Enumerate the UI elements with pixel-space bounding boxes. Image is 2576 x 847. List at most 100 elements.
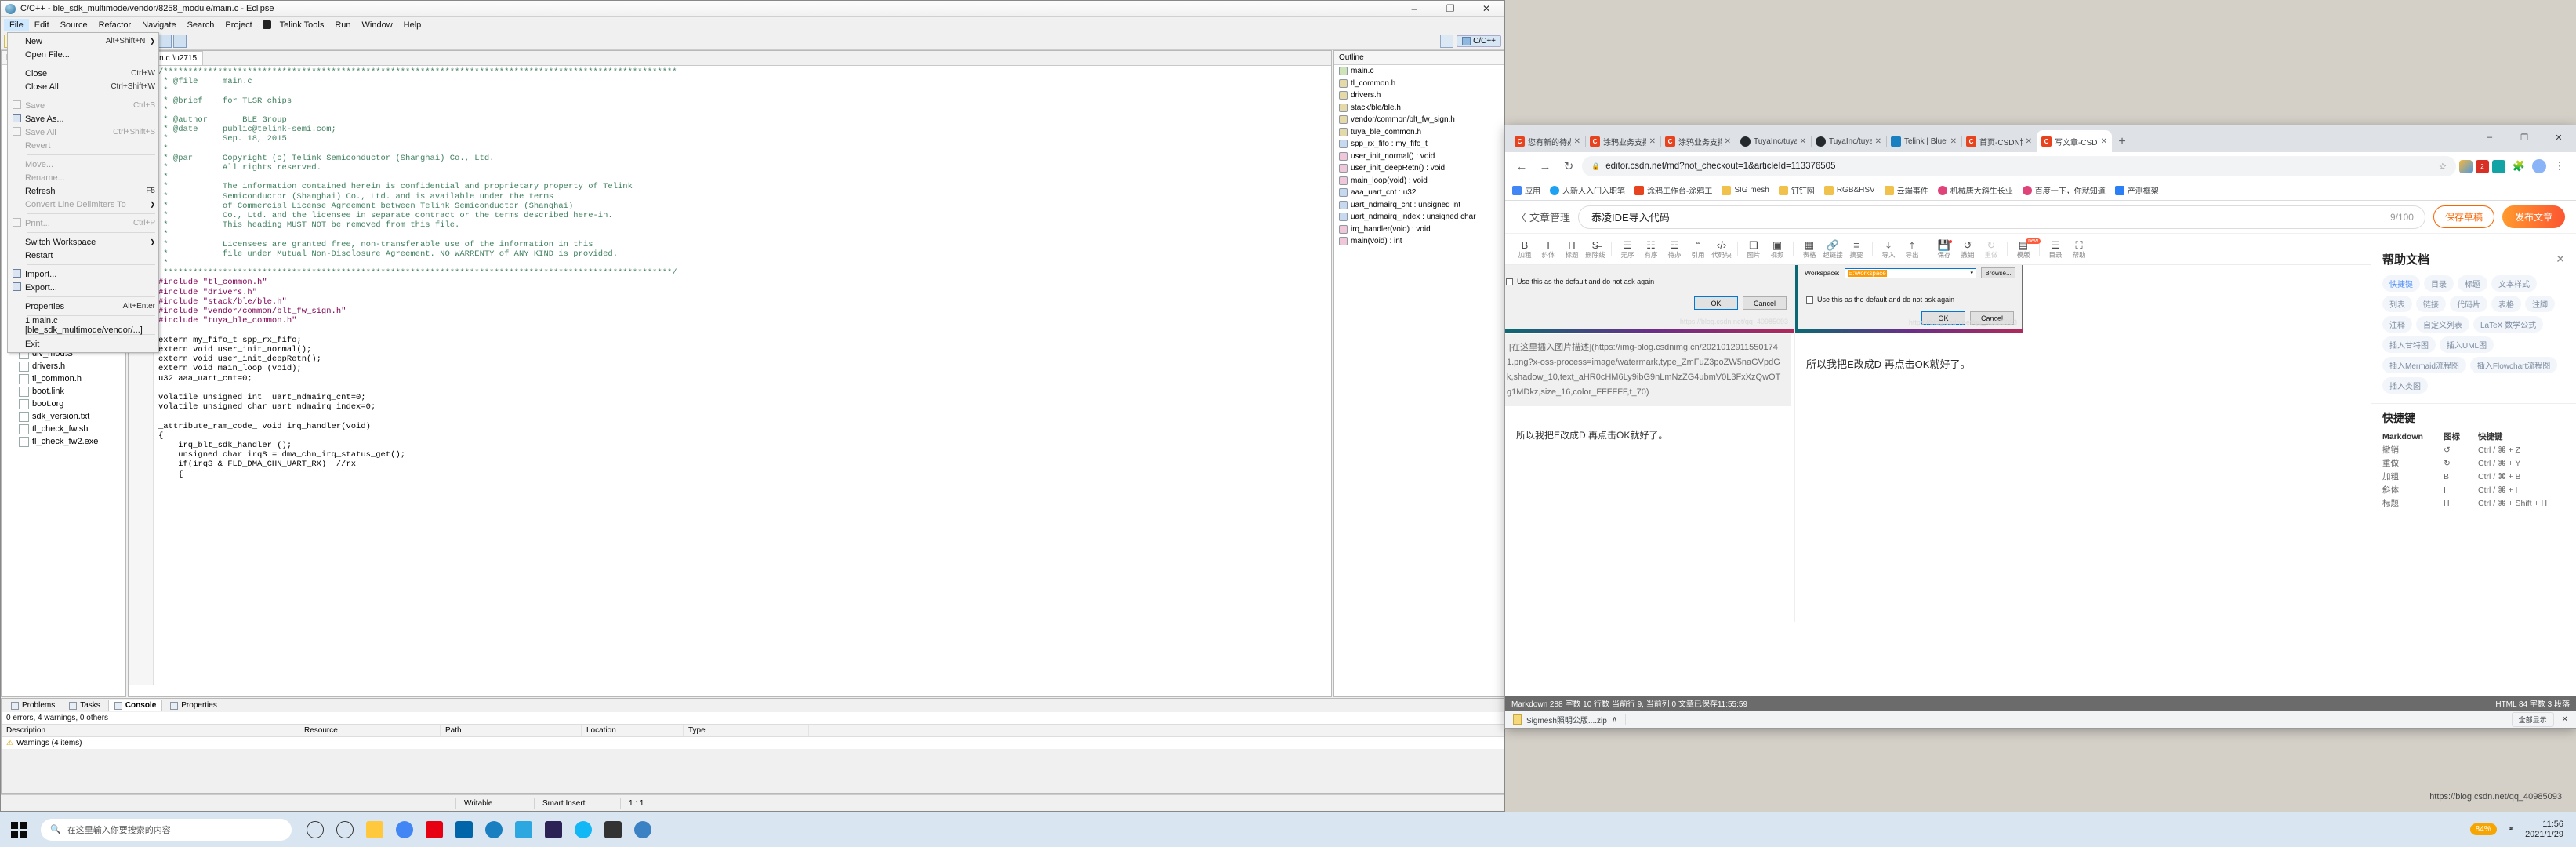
outline-item[interactable]: stack/ble/ble.h <box>1334 102 1504 115</box>
toolbar-link-button[interactable]: 🔗 超链接 <box>1821 239 1845 259</box>
menu-edit[interactable]: Edit <box>29 19 55 31</box>
menu-project[interactable]: Project <box>220 19 257 31</box>
browser-minimize-button[interactable]: – <box>2473 125 2507 149</box>
outline-tab[interactable]: Outline <box>1334 51 1504 65</box>
file-menu-item-close-all[interactable]: Close All Ctrl+Shift+W <box>8 80 158 93</box>
tab-close-icon[interactable]: ✕ <box>1875 137 1881 146</box>
file-menu-dropdown[interactable]: New Alt+Shift+N ❯ Open File... Close Ctrl+W Cl… <box>7 32 159 353</box>
help-chip[interactable]: 插入UML图 <box>2440 336 2494 353</box>
tab-close-icon[interactable]: ✕ <box>1649 137 1656 146</box>
forward-icon[interactable]: → <box>1535 156 1555 176</box>
bookmark-item[interactable]: 百度一下，你就知道 <box>2022 184 2106 196</box>
teal-extension-icon[interactable] <box>2492 159 2505 173</box>
file-menu-item-revert[interactable]: Revert <box>8 139 158 152</box>
save-draft-button[interactable]: 保存草稿 <box>2433 205 2494 228</box>
help-chip[interactable]: 表格 <box>2491 296 2521 312</box>
outline-item[interactable]: uart_ndmairq_cnt : unsigned int <box>1334 199 1504 212</box>
toolbar-code-block-button[interactable]: ‹/› 代码块 <box>1710 239 1733 259</box>
forward-toolbar-icon[interactable] <box>173 34 187 48</box>
address-bar[interactable]: 🔒 editor.csdn.net/md?not_checkout=1&arti… <box>1582 156 2456 176</box>
taskbar-task-view-button[interactable] <box>331 814 359 845</box>
outline-item[interactable]: drivers.h <box>1334 89 1504 102</box>
outline-item[interactable]: vendor/common/blt_fw_sign.h <box>1334 114 1504 126</box>
file-menu-item-import[interactable]: Import... <box>8 267 158 281</box>
reload-icon[interactable]: ↻ <box>1558 156 1579 176</box>
editor-source[interactable]: /***************************************… <box>155 66 1331 479</box>
taskbar-vscode-button[interactable] <box>450 814 478 845</box>
column-header[interactable]: Type <box>684 725 809 736</box>
browser-tab[interactable]: C 您有新的待办 ✕ <box>1510 130 1586 152</box>
bookmarks-bar[interactable]: 应用 人新人入门入职笔 涂鸦工作台-涂鸦工 SIG mesh 钉钉网 RGB&HSV 云端事… <box>1505 180 2576 201</box>
taskbar-redbook-button[interactable] <box>420 814 448 845</box>
toolbar-toc-button[interactable]: ☰ 目录 <box>2044 239 2067 259</box>
download-item[interactable]: Sigmesh照明公版....zip ∧ <box>1513 714 1627 725</box>
file-menu-item-move[interactable]: Move... <box>8 158 158 171</box>
toolbar-ordered-list-button[interactable]: ☷ 有序 <box>1639 239 1663 259</box>
editor-tab-close-icon[interactable]: \u2715 <box>172 54 197 63</box>
puzzle-extension-icon[interactable]: 🧩 <box>2509 156 2529 176</box>
profile-avatar[interactable] <box>2532 159 2546 173</box>
taskbar-app-buttons[interactable] <box>301 814 657 845</box>
file-menu-item-open-file[interactable]: Open File... <box>8 48 158 61</box>
dialog-left-cancel-button[interactable]: Cancel <box>1743 296 1787 310</box>
file-menu-item-restart[interactable]: Restart <box>8 249 158 262</box>
chrome-menu-icon[interactable]: ⋮ <box>2549 156 2570 176</box>
toolbar-heading-button[interactable]: H 标题 <box>1560 239 1584 259</box>
browser-tab[interactable]: TuyaInc/tuya ✕ <box>1811 130 1887 152</box>
help-topic-chips[interactable]: 快捷键 目录 标题 文本样式 列表 链接 代码片 表格 注脚 注释 自定义列表 LaTeX 数学公式插… <box>2371 272 2576 402</box>
tab-close-icon[interactable]: ✕ <box>1800 137 1806 146</box>
toolbar-summary-button[interactable]: ≡ 摘要 <box>1845 239 1868 259</box>
help-chip[interactable]: 插入甘特图 <box>2382 336 2436 353</box>
toolbar-save-button[interactable]: 💾 保存 <box>1932 239 1956 259</box>
outline-panel[interactable]: Outline main.c tl_common.h drivers.h stack/… <box>1333 50 1504 697</box>
eclipse-maximize-button[interactable]: ❐ <box>1432 1 1468 17</box>
menu-window[interactable]: Window <box>357 19 398 31</box>
toolbar-task-list-button[interactable]: ☲ 待办 <box>1663 239 1686 259</box>
tree-item[interactable]: drivers.h <box>2 360 125 373</box>
taskbar-clock[interactable]: 11:56 2021/1/29 <box>2525 820 2563 840</box>
publish-article-button[interactable]: 发布文章 <box>2502 205 2565 228</box>
file-menu-item-export[interactable]: Export... <box>8 281 158 294</box>
outline-item[interactable]: tl_common.h <box>1334 78 1504 90</box>
taskbar-telink-button[interactable] <box>480 814 508 845</box>
outline-item[interactable]: user_init_normal() : void <box>1334 151 1504 163</box>
file-menu-item-properties[interactable]: Properties Alt+Enter <box>8 300 158 313</box>
browser-tabstrip[interactable]: – ❐ ✕ C 您有新的待办 ✕ C 涂鸦业务支撑 ✕ C 涂鸦业务支撑 ✕ TuyaInc/tu… <box>1505 125 2576 152</box>
bookmark-item[interactable]: SIG mesh <box>1722 185 1769 195</box>
toolbar-template-button[interactable]: ▤ 模版 new <box>2012 238 2041 259</box>
bookmark-item[interactable]: 钉钉网 <box>1778 184 1815 196</box>
outline-item[interactable]: main.c <box>1334 65 1504 78</box>
toolbar-help-button[interactable]: ⛶ 帮助 <box>2067 239 2091 259</box>
tab-close-icon[interactable]: ✕ <box>2101 137 2107 146</box>
tab-close-icon[interactable]: ✕ <box>2026 137 2032 146</box>
browser-tab[interactable]: C写文章-CSDN✕ <box>2037 130 2112 152</box>
tree-item[interactable]: boot.org <box>2 398 125 410</box>
table-row[interactable]: ⚠ Warnings (4 items) <box>2 737 1504 749</box>
bookmark-item[interactable]: 涂鸦工作台-涂鸦工 <box>1634 184 1712 196</box>
menu-refactor[interactable]: Refactor <box>93 19 137 31</box>
taskbar-kugou-button[interactable] <box>510 814 538 845</box>
file-menu-item-rename[interactable]: Rename... <box>8 171 158 184</box>
toolbar-strikethrough-button[interactable]: S̶ 删除线 <box>1584 239 1607 259</box>
download-shelf-close-icon[interactable]: ✕ <box>2562 715 2568 724</box>
article-manage-link[interactable]: 〈 文章管理 <box>1516 209 1570 224</box>
back-icon[interactable]: ← <box>1511 156 1532 176</box>
bookmark-item[interactable]: 云端事件 <box>1884 184 1928 196</box>
help-chip[interactable]: 插入Mermaid流程图 <box>2382 357 2466 373</box>
bookmark-item[interactable]: 应用 <box>1512 184 1540 196</box>
tab-close-icon[interactable]: ✕ <box>1574 137 1580 146</box>
bookmark-item[interactable]: RGB&HSV <box>1823 185 1875 195</box>
download-chevron-icon[interactable]: ∧ <box>1612 715 1617 724</box>
help-chip[interactable]: 插入类图 <box>2382 377 2428 394</box>
help-chip[interactable]: 快捷键 <box>2382 275 2420 292</box>
browser-tab[interactable]: C 涂鸦业务支撑 ✕ <box>1660 130 1736 152</box>
bottom-tab-console[interactable]: Console <box>107 700 163 711</box>
file-menu-item-print[interactable]: Print... Ctrl+P <box>8 216 158 230</box>
help-document-panel[interactable]: 帮助文档 ✕ 快捷键 目录 标题 文本样式 列表 链接 代码片 表格 注脚 注释 自定义列表 LaTe… <box>2371 243 2576 695</box>
toolbar-redo-button[interactable]: ↻ 重做 <box>1979 239 2003 259</box>
taskbar-cortana-button[interactable] <box>301 814 329 845</box>
bookmark-item[interactable]: 机械唐大斜生长业 <box>1937 184 2013 196</box>
help-chip[interactable]: 文本样式 <box>2491 275 2537 292</box>
workspace-input[interactable]: E:\workspace ▾ <box>1844 267 1976 278</box>
column-header[interactable]: Location <box>582 725 684 736</box>
